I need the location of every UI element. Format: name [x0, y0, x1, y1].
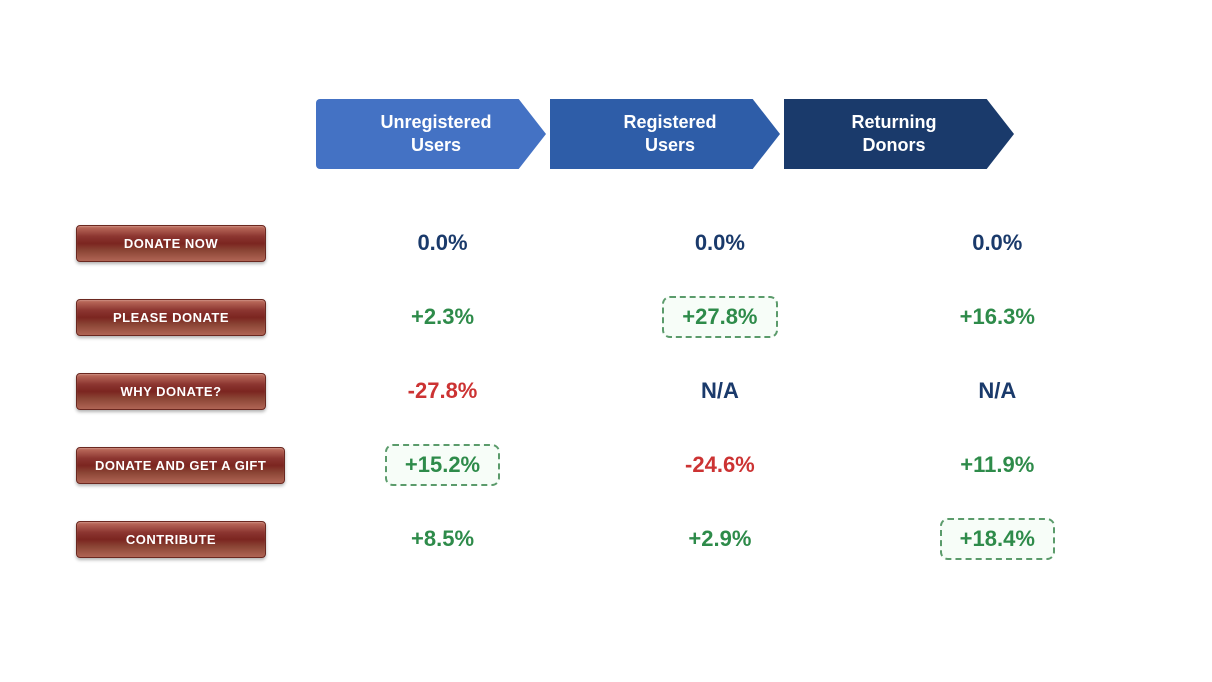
arrow-unregistered: Unregistered Users — [316, 99, 546, 170]
value-cell-col3: 0.0% — [859, 213, 1136, 273]
value-cell-col1: 0.0% — [304, 213, 581, 273]
table-row: WHY DONATE? -27.8% N/A N/A — [76, 361, 1136, 421]
value-text: +2.3% — [411, 304, 474, 329]
value-text: N/A — [978, 378, 1016, 403]
value-text: -24.6% — [685, 452, 755, 477]
value-text: +8.5% — [411, 526, 474, 551]
row-label-cell: CONTRIBUTE — [76, 509, 304, 569]
value-cell-col3: N/A — [859, 361, 1136, 421]
value-cell-col2: 0.0% — [581, 213, 858, 273]
table-row: DONATE AND GET A GIFT +15.2% -24.6% +11.9% — [76, 435, 1136, 495]
value-cell-col3: +16.3% — [859, 287, 1136, 347]
button-donate-now: DONATE NOW — [76, 225, 266, 262]
value-cell-col1: +8.5% — [304, 509, 581, 569]
data-table: DONATE NOW 0.0% 0.0% 0.0% PLEASE DONATE +2.3%… — [76, 199, 1136, 583]
value-text: 0.0% — [972, 230, 1022, 255]
value-cell-col1: -27.8% — [304, 361, 581, 421]
value-text: 0.0% — [695, 230, 745, 255]
value-text: -27.8% — [408, 378, 478, 403]
value-cell-col3: +11.9% — [859, 435, 1136, 495]
row-label-cell: PLEASE DONATE — [76, 287, 304, 347]
value-cell-col2: +27.8% — [581, 287, 858, 347]
value-text: +11.9% — [960, 452, 1034, 477]
highlighted-value: +27.8% — [662, 296, 777, 338]
main-container: Unregistered Users Registered Users Retu… — [56, 79, 1156, 604]
arrow-returning: Returning Donors — [784, 99, 1014, 170]
row-label-cell: DONATE NOW — [76, 213, 304, 273]
value-cell-col1: +15.2% — [304, 435, 581, 495]
value-cell-col2: +2.9% — [581, 509, 858, 569]
arrow-registered: Registered Users — [550, 99, 780, 170]
header-col3-text: Returning Donors — [852, 111, 937, 158]
table-row: DONATE NOW 0.0% 0.0% 0.0% — [76, 213, 1136, 273]
value-cell-col2: -24.6% — [581, 435, 858, 495]
value-text: +16.3% — [960, 304, 1035, 329]
table-row: PLEASE DONATE +2.3% +27.8% +16.3% — [76, 287, 1136, 347]
button-why-donate?: WHY DONATE? — [76, 373, 266, 410]
value-cell-col2: N/A — [581, 361, 858, 421]
value-text: N/A — [701, 378, 739, 403]
value-text: +2.9% — [688, 526, 751, 551]
value-cell-col1: +2.3% — [304, 287, 581, 347]
highlighted-value: +18.4% — [940, 518, 1055, 560]
header-col1-text: Unregistered Users — [380, 111, 491, 158]
button-please-donate: PLEASE DONATE — [76, 299, 266, 336]
header-arrows: Unregistered Users Registered Users Retu… — [316, 99, 1136, 170]
value-cell-col3: +18.4% — [859, 509, 1136, 569]
row-label-cell: WHY DONATE? — [76, 361, 304, 421]
row-label-cell: DONATE AND GET A GIFT — [76, 435, 304, 495]
table-row: CONTRIBUTE +8.5% +2.9% +18.4% — [76, 509, 1136, 569]
header-col2-text: Registered Users — [623, 111, 716, 158]
button-contribute: CONTRIBUTE — [76, 521, 266, 558]
button-donate-and-get-a-gift: DONATE AND GET A GIFT — [76, 447, 285, 484]
value-text: 0.0% — [417, 230, 467, 255]
highlighted-value: +15.2% — [385, 444, 500, 486]
